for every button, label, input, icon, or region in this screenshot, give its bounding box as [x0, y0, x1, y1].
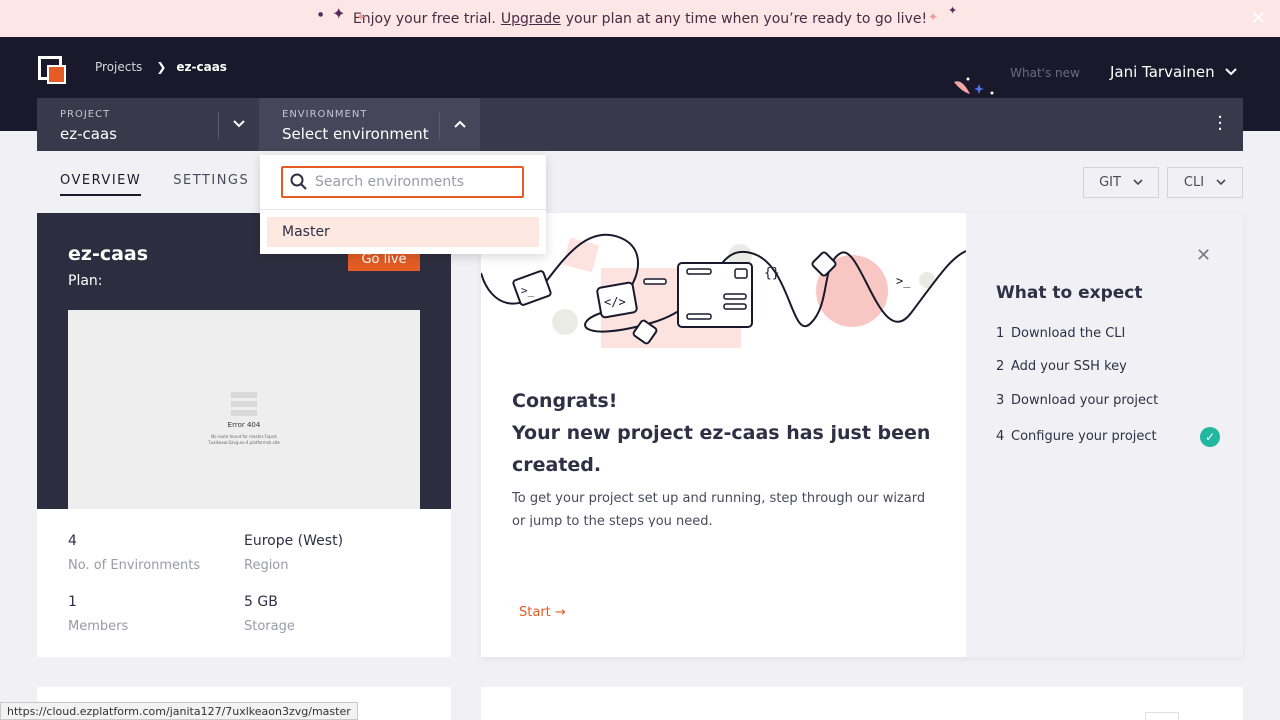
tab-overview[interactable]: OVERVIEW	[60, 173, 142, 196]
chevron-down-icon	[1216, 179, 1226, 186]
selector-bar: PROJECT ez-caas ENVIRONMENT Select envir…	[37, 98, 1243, 151]
logo[interactable]	[38, 56, 66, 84]
close-banner-icon[interactable]: ✕	[1251, 8, 1266, 29]
sparkle-icon: ✦	[948, 4, 958, 17]
chevron-down-icon	[1224, 68, 1237, 76]
cli-button[interactable]: CLI	[1167, 167, 1243, 198]
banner-text-before: Enjoy your free trial.	[352, 10, 496, 27]
onboarding-card: >_ </> {} >_ Congrats! Your new project …	[481, 213, 1243, 657]
preview-error-message: No route found for master.7xpsls 7uxlkea…	[208, 434, 280, 445]
environment-option-master[interactable]: Master	[267, 217, 539, 247]
git-button-label: GIT	[1099, 175, 1121, 190]
preview-error-title: Error 404	[227, 421, 261, 429]
status-bar-url: https://cloud.ezplatform.com/janita127/7…	[0, 702, 358, 720]
congrats-heading: Congrats! Your new project ez-caas has j…	[512, 390, 931, 476]
step-item[interactable]: 2 Add your SSH key	[996, 359, 1127, 374]
whats-new-illustration-icon	[954, 77, 994, 95]
cli-button-label: CLI	[1183, 175, 1205, 190]
stat-region: Europe (West) Region	[244, 533, 344, 573]
chevron-down-icon	[1133, 179, 1143, 186]
sparkle-icon: ✦	[332, 4, 346, 23]
step-item[interactable]: 1 Download the CLI	[996, 326, 1125, 341]
user-name: Jani Tarvainen	[1110, 63, 1215, 81]
environment-selector-value: Select environment	[282, 125, 429, 143]
banner-text-after: your plan at any time when you’re ready …	[565, 10, 928, 27]
project-name: ez-caas	[68, 243, 149, 265]
user-menu[interactable]: Jani Tarvainen	[1110, 63, 1237, 81]
what-to-expect-panel: ✕ What to expect 1 Download the CLI 2 Add …	[966, 213, 1243, 657]
search-input[interactable]	[315, 174, 515, 190]
breadcrumb-current[interactable]: ez-caas	[176, 60, 227, 74]
site-preview[interactable]: Error 404 No route found for master.7xps…	[68, 310, 420, 509]
sparkle-icon: ✦	[928, 10, 939, 24]
search-icon	[290, 173, 307, 190]
svg-text:>_: >_	[521, 284, 535, 297]
project-selector-label: PROJECT	[60, 109, 111, 120]
stat-members: 1 Members	[68, 594, 129, 634]
upgrade-link[interactable]: Upgrade	[501, 11, 561, 27]
sparkle-icon: ●	[318, 11, 324, 18]
congrats-description: To get your project set up and running, …	[512, 491, 926, 527]
what-to-expect-title: What to expect	[996, 283, 1143, 303]
environment-dropdown: Master	[260, 155, 546, 254]
project-selector-value: ez-caas	[60, 125, 117, 143]
close-icon[interactable]: ✕	[1196, 245, 1211, 266]
preview-logo-icon	[231, 392, 257, 419]
chevron-right-icon: ❯	[156, 60, 167, 74]
step-item[interactable]: 3 Download your project	[996, 393, 1158, 408]
environment-search[interactable]	[281, 166, 524, 198]
check-circle-icon: ✓	[1200, 427, 1220, 447]
chevron-up-icon[interactable]	[454, 120, 466, 128]
sparkle-icon: ✦	[356, 10, 367, 24]
stat-environments: 4 No. of Environments	[68, 533, 201, 573]
svg-text:>_: >_	[896, 274, 911, 288]
code-illustration-icon: >_ </> {} >_	[481, 233, 966, 348]
project-card-header: ez-caas Plan: Go live Error 404 No route…	[37, 213, 451, 509]
trial-banner: ● ✦ ✦ Enjoy your free trial. Upgrade you…	[0, 0, 1280, 37]
project-plan: Plan:	[68, 273, 103, 289]
stat-storage: 5 GB Storage	[244, 594, 295, 634]
start-label: Start	[519, 605, 551, 620]
bottom-card-right	[481, 687, 1243, 720]
arrow-right-icon: →	[554, 605, 566, 620]
project-selector[interactable]: PROJECT ez-caas	[37, 98, 259, 151]
start-link[interactable]: Start →	[519, 605, 566, 620]
tab-settings[interactable]: SETTINGS	[173, 173, 249, 196]
whats-new-button[interactable]: What's new	[1010, 65, 1080, 82]
svg-text:</>: </>	[604, 295, 626, 309]
more-options-icon[interactable]: · · ·	[1217, 109, 1223, 139]
chevron-down-icon[interactable]	[233, 120, 245, 128]
project-card: ez-caas Plan: Go live Error 404 No route…	[37, 213, 451, 657]
svg-text:{}: {}	[764, 266, 780, 281]
project-tabs: OVERVIEW SETTINGS	[60, 173, 249, 196]
environment-selector-label: ENVIRONMENT	[282, 109, 368, 120]
step-item[interactable]: 4 Configure your project	[996, 429, 1157, 444]
breadcrumb-projects[interactable]: Projects	[95, 60, 142, 74]
breadcrumb: Projects ❯ ez-caas	[95, 60, 227, 74]
git-button[interactable]: GIT	[1083, 167, 1159, 198]
environment-selector[interactable]: ENVIRONMENT Select environment	[259, 98, 480, 151]
